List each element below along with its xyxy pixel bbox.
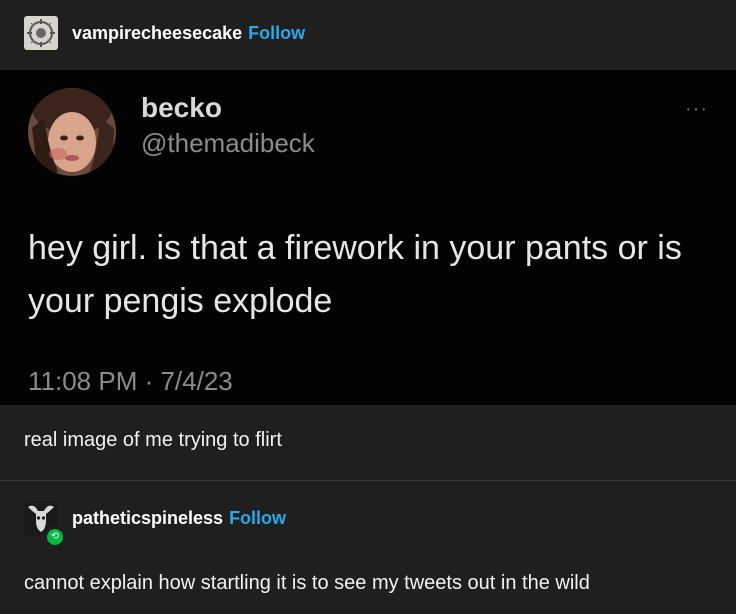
follow-author-button[interactable]: Follow xyxy=(248,23,305,43)
reblog-text: cannot explain how startling it is to se… xyxy=(24,572,590,594)
follow-reblogger-button[interactable]: Follow xyxy=(229,508,286,528)
post-caption: real image of me trying to flirt xyxy=(24,429,282,451)
post-header: vampirecheesecake Follow xyxy=(0,0,736,70)
divider xyxy=(0,480,736,481)
post-author: vampirecheesecake Follow xyxy=(72,23,305,44)
reblog-icon: ⟲ xyxy=(45,527,65,547)
reblog-author: patheticspineless Follow xyxy=(72,508,286,529)
tweet-avatar xyxy=(28,88,116,176)
tweet-display-name: becko xyxy=(141,92,222,123)
tweet-screenshot: becko @themadibeck ··· hey girl. is that… xyxy=(0,70,736,405)
reblog-username[interactable]: patheticspineless xyxy=(72,508,223,528)
ornate-emblem-icon[interactable] xyxy=(24,16,58,50)
tweet-text: hey girl. is that a firework in your pan… xyxy=(28,229,682,320)
tweet-timestamp: 11:08 PM · 7/4/23 xyxy=(28,366,233,396)
more-options-icon: ··· xyxy=(685,98,708,120)
author-username[interactable]: vampirecheesecake xyxy=(72,23,242,43)
tumblr-post: vampirecheesecake Follow becko @themadibe… xyxy=(0,0,736,614)
tweet-handle: @themadibeck xyxy=(141,128,315,158)
